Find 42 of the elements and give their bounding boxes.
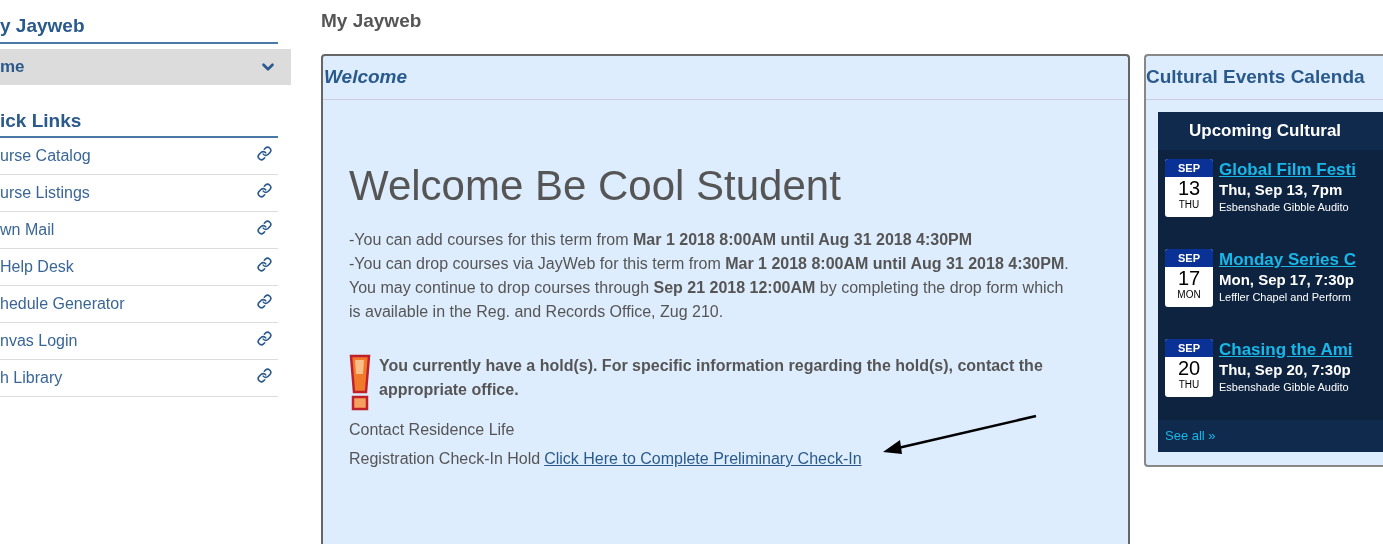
hold-text: Registration Check-In Hold <box>349 449 541 469</box>
date-badge: SEP 13 THU <box>1165 159 1213 217</box>
widget-header: Upcoming Cultural <box>1189 120 1342 143</box>
see-all-link[interactable]: See all » <box>1165 426 1216 446</box>
info-paragraph: -You can drop courses via JayWeb for this term from Mar 1 2018 8:00AM until Aug 31 2018 4:30PM. You may continue to drop courses through Sep 21 2018 12:00AM by completing the drop form which is available in the Reg. and Records Office, Zug 210. <box>349 254 1070 322</box>
quick-link[interactable]: urse Catalog <box>0 138 278 175</box>
hold-text: Contact Residence Life <box>349 420 515 440</box>
event-time: Thu, Sep 20, 7:30p <box>1219 360 1352 380</box>
quick-link[interactable]: hedule Generator <box>0 286 278 323</box>
check-in-link[interactable]: Click Here to Complete Preliminary Check-In <box>544 447 862 471</box>
info-paragraph: -You can add courses for this term from Mar 1 2018 8:00AM until Aug 31 2018 4:30PM <box>349 230 974 250</box>
panel-title: Welcome <box>324 65 408 90</box>
date-badge: SEP 17 MON <box>1165 249 1213 307</box>
link-icon <box>257 145 272 161</box>
welcome-heading: Welcome Be Cool Student <box>349 162 842 210</box>
link-icon <box>257 256 272 272</box>
home-menu[interactable]: me <box>0 48 291 85</box>
quick-link[interactable]: wn Mail <box>0 212 278 249</box>
event-location: Esbenshade Gibble Audito <box>1219 380 1350 394</box>
link-icon <box>257 330 272 346</box>
quick-links-title: ick Links <box>0 109 82 131</box>
quick-link[interactable]: h Library <box>0 360 278 397</box>
link-icon <box>257 182 272 198</box>
event-location: Leffler Chapel and Perform <box>1219 290 1352 304</box>
event-time: Mon, Sep 17, 7:30p <box>1219 270 1356 290</box>
quick-link[interactable]: Help Desk <box>0 249 278 286</box>
link-icon <box>257 367 272 383</box>
event-time: Thu, Sep 13, 7pm <box>1219 180 1344 200</box>
event-title[interactable]: Monday Series C <box>1219 249 1356 270</box>
quick-link[interactable]: nvas Login <box>0 323 278 360</box>
link-icon <box>257 293 272 309</box>
link-icon <box>257 219 272 235</box>
page-title: My Jayweb <box>321 10 422 31</box>
event-title[interactable]: Global Film Festi <box>1219 159 1356 180</box>
hold-message: You currently have a hold(s). For specific information regarding the hold(s), contact the appropriate office. <box>379 356 1044 400</box>
event-title[interactable]: Chasing the Ami <box>1219 339 1353 360</box>
date-badge: SEP 20 THU <box>1165 339 1213 397</box>
panel-title: Cultural Events Calenda <box>1146 65 1365 90</box>
quick-link[interactable]: urse Listings <box>0 175 278 212</box>
sidebar-title: y Jayweb <box>0 15 85 36</box>
event-location: Esbenshade Gibble Audito <box>1219 200 1350 214</box>
exclamation-icon <box>349 354 371 412</box>
